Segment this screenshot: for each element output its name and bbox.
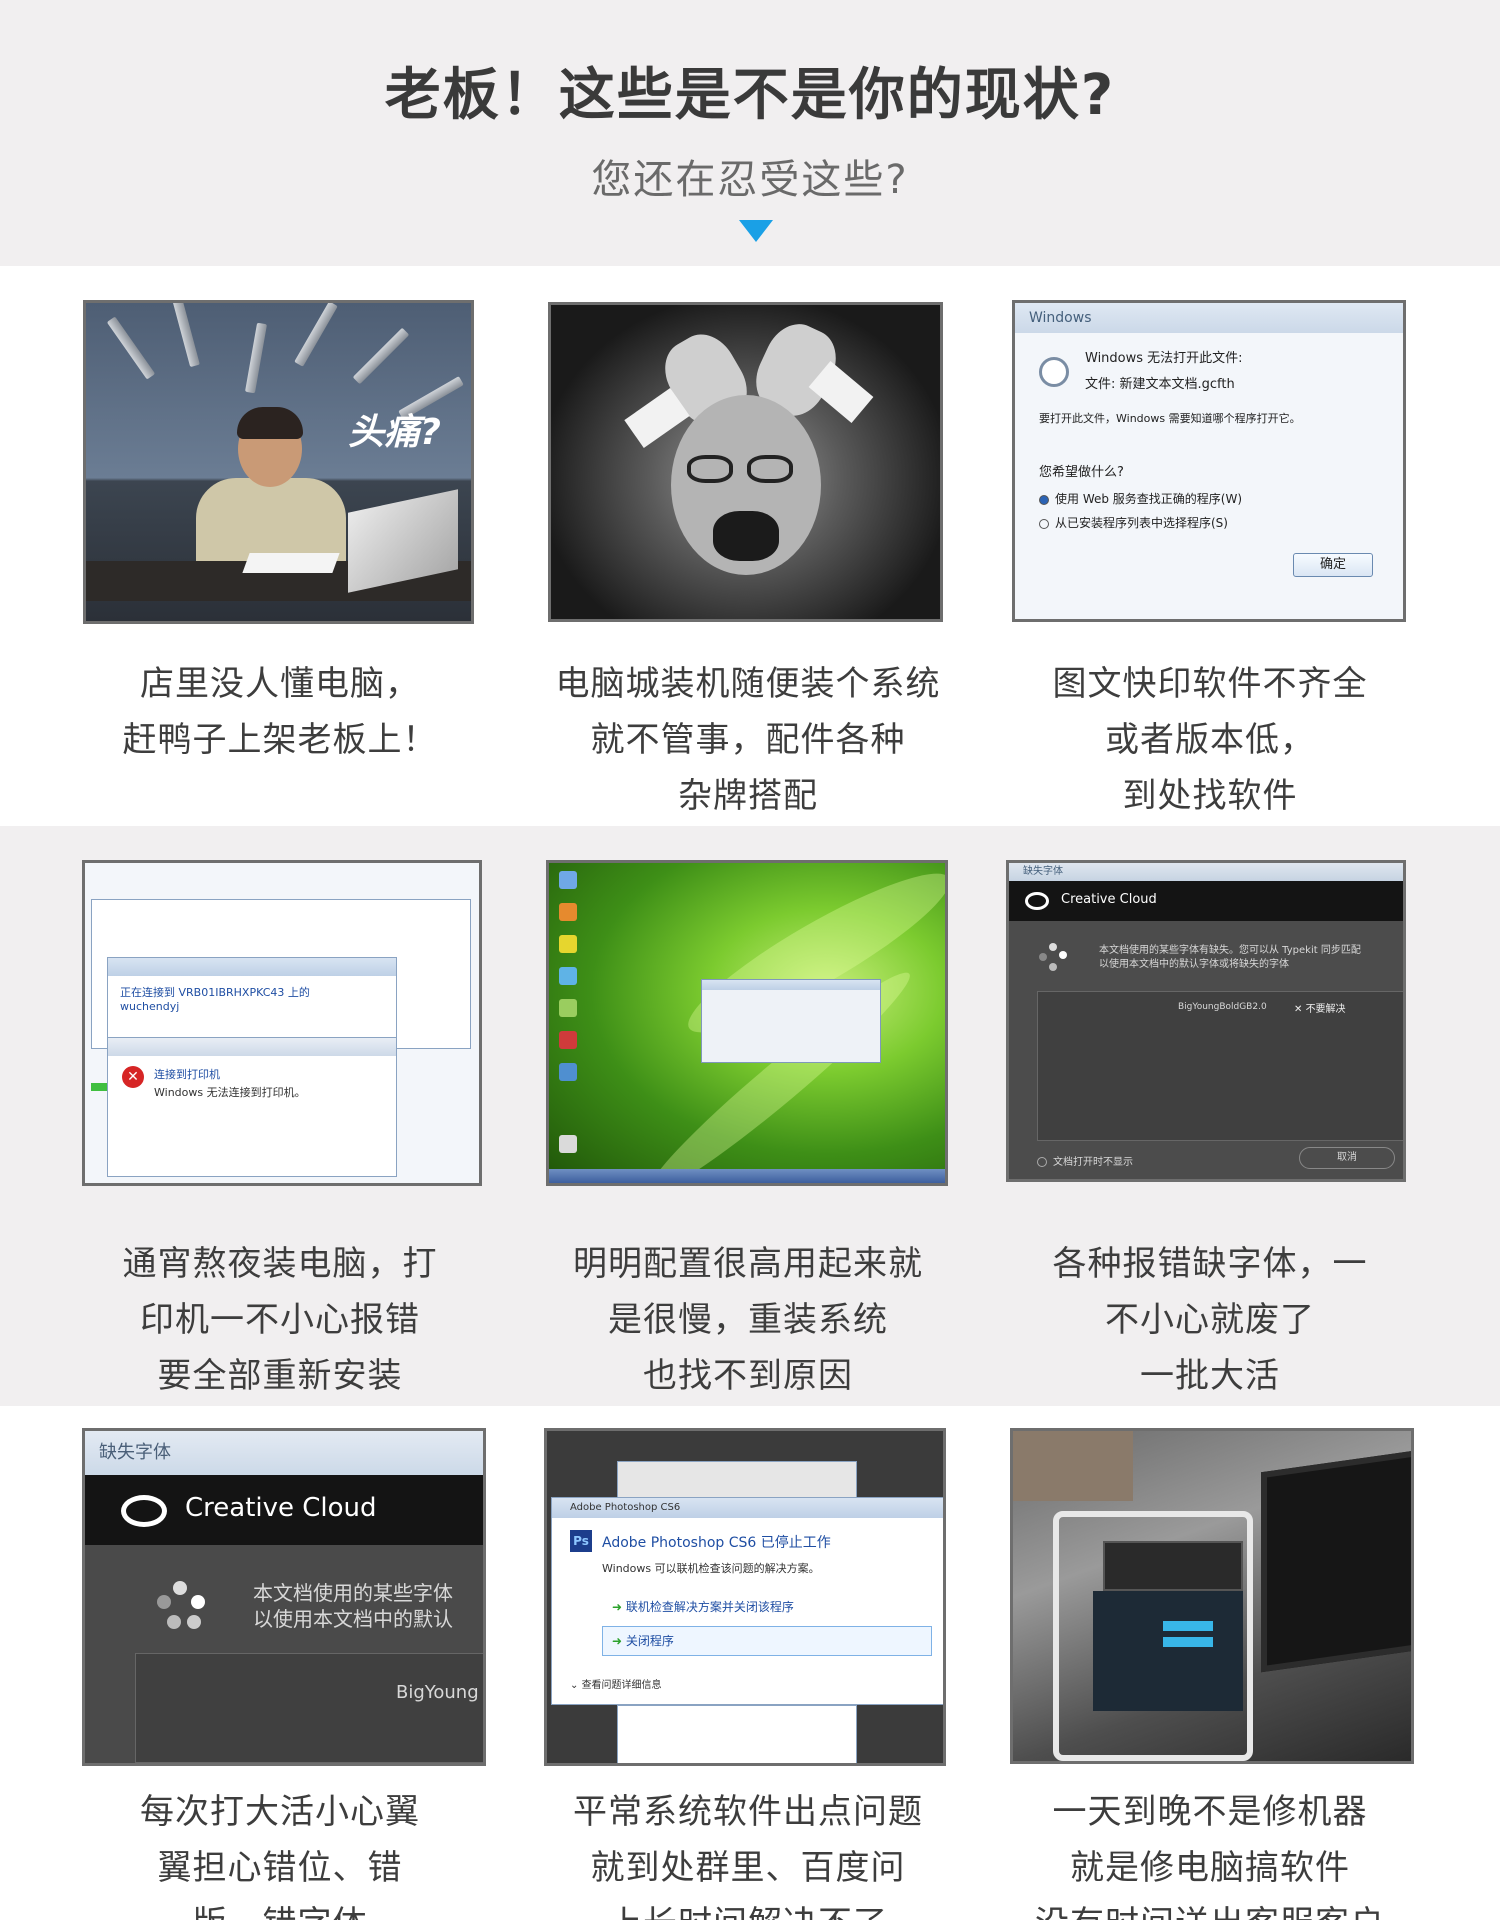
close-program-option: ➜ 关闭程序	[612, 1634, 674, 1648]
graphics-card	[1103, 1541, 1243, 1591]
radio-option-web: 使用 Web 服务查找正确的程序(W)	[1039, 489, 1242, 509]
problem-caption-2: 电脑城装机随便装个系统 就不管事，配件各种 杂牌搭配	[555, 664, 941, 816]
radio-option-installed: 从已安装程序列表中选择程序(S)	[1039, 513, 1228, 533]
desktop-icon	[559, 903, 577, 921]
problem-caption-6: 各种报错缺字体，一 不小心就废了 一批大活	[1052, 1244, 1368, 1396]
headache-overlay-text: 头痛?	[348, 412, 441, 453]
taskbar	[549, 1169, 945, 1183]
dont-show-checkbox: 文档打开时不显示	[1037, 1153, 1133, 1168]
loading-spinner-icon	[157, 1581, 207, 1631]
problem-row-2: 正在连接到 VRB01IBRHXPKC43 上的 wuchendyj ✕ 连接到…	[0, 826, 1500, 1406]
problem-caption-8: 平常系统软件出点问题 就到处群里、百度问 上长时间解决不了	[573, 1792, 923, 1920]
problem-caption-7: 每次打大活小心翼 翼担心错位、错 版、错字体	[140, 1792, 420, 1920]
desktop-icon	[559, 1135, 577, 1153]
photoshop-error-dialog: Adobe Photoshop CS6 Ps Adobe Photoshop C…	[551, 1497, 943, 1705]
photoshop-icon: Ps	[570, 1530, 592, 1552]
down-arrow-icon	[739, 220, 773, 242]
error-icon: ✕	[122, 1066, 144, 1088]
search-icon	[1039, 357, 1069, 387]
radio-unselected-icon	[1039, 518, 1049, 529]
check-solution-option: ➜ 联机检查解决方案并关闭该程序	[612, 1600, 794, 1614]
problem-caption-9: 一天到晚不是修机器 就是修电脑搞软件 没有时间送出客服客户	[1035, 1792, 1384, 1920]
printer-error-image: 正在连接到 VRB01IBRHXPKC43 上的 wuchendyj ✕ 连接到…	[82, 860, 482, 1186]
desktop-icon	[559, 1063, 577, 1081]
desktop-icon	[559, 999, 577, 1017]
photoshop-crash-image: Adobe Photoshop CS6 Ps Adobe Photoshop C…	[544, 1428, 946, 1766]
hardware-repair-image	[1010, 1428, 1414, 1764]
headache-office-image: 头痛?	[83, 300, 474, 624]
missing-font-dialog-image: 缺失字体 Creative Cloud 本文档使用的某些字体有缺失。您可以从 T…	[1006, 860, 1406, 1182]
chevron-down-icon: ⌄	[570, 1680, 582, 1691]
problem-caption-5: 明明配置很高用起来就 是很慢，重装系统 也找不到原因	[573, 1244, 923, 1396]
font-list: BigYoung	[135, 1653, 483, 1763]
stressed-man-image	[548, 302, 943, 622]
creative-cloud-logo-icon	[1025, 892, 1049, 910]
slow-desktop-image	[546, 860, 948, 1186]
problem-row-3: 缺失字体 Creative Cloud 本文档使用的某些字体 以使用本文档中的默…	[0, 1406, 1500, 1920]
desktop-icon	[559, 871, 577, 889]
problem-row-1: 头痛? 店里没人懂电脑， 赶鸭子上架老板上！ 电脑城装机随便装个系统 就不管事，…	[0, 266, 1500, 826]
system-dialog	[701, 979, 881, 1063]
problem-caption-4: 通宵熬夜装电脑，打 印机一不小心报错 要全部重新安装	[122, 1244, 438, 1396]
radio-selected-icon	[1039, 494, 1049, 505]
cannot-open-file-dialog-image: Windows Windows 无法打开此文件: 文件: 新建文本文档.gcft…	[1012, 300, 1406, 622]
arrow-right-icon: ➜	[612, 1634, 626, 1648]
desktop-icon	[559, 967, 577, 985]
cancel-button: 取消	[1299, 1147, 1395, 1169]
dialog-title: Windows	[1015, 303, 1403, 333]
font-list: BigYoungBoldGB2.0 ✕ 不要解决	[1037, 991, 1403, 1141]
monitor	[1261, 1449, 1411, 1673]
page-subtitle: 您还在忍受这些?	[591, 157, 909, 203]
view-details-toggle: ⌄ 查看问题详细信息	[570, 1680, 662, 1691]
header-section: 老板！这些是不是你的现状? 您还在忍受这些?	[0, 0, 1500, 266]
creative-cloud-logo-icon	[121, 1495, 167, 1527]
missing-font-large-image: 缺失字体 Creative Cloud 本文档使用的某些字体 以使用本文档中的默…	[82, 1428, 486, 1766]
problem-caption-1: 店里没人懂电脑， 赶鸭子上架老板上！	[122, 664, 438, 760]
ok-button: 确定	[1293, 553, 1373, 577]
arrow-right-icon: ➜	[612, 1600, 626, 1614]
desktop-icon	[559, 1031, 577, 1049]
problem-caption-3: 图文快印软件不齐全 或者版本低， 到处找软件	[1052, 664, 1368, 816]
desktop-icon	[559, 935, 577, 953]
motherboard	[1093, 1591, 1243, 1711]
page-title: 老板！这些是不是你的现状?	[384, 63, 1116, 128]
printer-error-panel: ✕ 连接到打印机 Windows 无法连接到打印机。	[107, 1037, 397, 1177]
loading-spinner-icon	[1039, 943, 1069, 973]
